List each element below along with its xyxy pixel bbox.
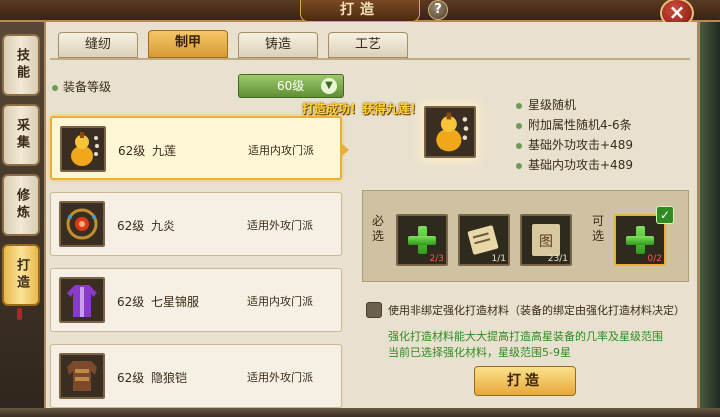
side-tab-forging[interactable]: 打造 <box>2 244 40 306</box>
window-title: 打造 <box>300 0 420 22</box>
material-slot[interactable]: 图 23/1 <box>520 214 572 266</box>
title-bar: 打造 ? × <box>0 0 720 28</box>
required-label: 必选 <box>372 214 385 243</box>
optional-label: 可选 <box>592 214 605 243</box>
item-school: 适用外攻门派 <box>247 219 313 232</box>
item-level: 62级 <box>117 295 145 309</box>
success-message: 打造成功！获得九莲！ <box>302 102 423 116</box>
bottom-frame <box>0 408 720 417</box>
item-row[interactable]: 62级 七星锦服 适用内攻门派 <box>50 268 342 332</box>
forge-screen: 打造 ? × 技能 采集 修炼 打造 缝纫 制甲 铸造 工艺 装备等级 60级 … <box>0 0 720 417</box>
item-row[interactable]: 62级 隐狼铠 适用外攻门派 <box>50 344 342 408</box>
item-name: 隐狼铠 <box>151 371 188 385</box>
tab-sewing[interactable]: 缝纫 <box>58 32 138 58</box>
side-tab-skills[interactable]: 技能 <box>2 34 40 96</box>
forge-button[interactable]: 打造 <box>474 366 576 396</box>
item-level: 62级 <box>117 371 145 385</box>
material-slot[interactable]: 1/1 <box>458 214 510 266</box>
svg-text:图: 图 <box>539 234 553 250</box>
unbound-checkbox[interactable] <box>366 302 382 318</box>
item-level: 62级 <box>118 144 146 158</box>
material-count: 0/2 <box>647 254 662 264</box>
attribute-item: 星级随机 <box>516 96 686 113</box>
purple-robe-icon <box>59 277 105 323</box>
level-dropdown[interactable]: 60级 ▼ <box>238 74 344 98</box>
tab-divider <box>50 58 690 60</box>
item-row[interactable]: 62级 九莲 适用内攻门派 <box>50 116 349 180</box>
help-button[interactable]: ? <box>428 0 448 20</box>
equip-level-label: 装备等级 <box>52 78 111 95</box>
material-slot[interactable]: 2/3 <box>396 214 448 266</box>
brown-armor-icon <box>59 353 105 399</box>
selected-arrow-icon <box>342 144 349 156</box>
hint-text: 强化打造材料能大大提高打造高星装备的几率及星级范围 <box>388 330 663 343</box>
gourd-pendant-icon <box>60 126 106 172</box>
item-school: 适用内攻门派 <box>247 295 313 308</box>
hint-text: 当前已选择强化材料，星级范围5-9星 <box>388 346 571 359</box>
item-name: 九炎 <box>151 219 176 233</box>
result-item-slot[interactable] <box>424 106 476 158</box>
item-name: 七星锦服 <box>151 295 200 309</box>
side-tab-cultivation[interactable]: 修炼 <box>2 174 40 236</box>
material-count: 23/1 <box>547 254 568 264</box>
item-level: 62级 <box>117 219 145 233</box>
tab-craft[interactable]: 工艺 <box>328 32 408 58</box>
attribute-item: 基础内功攻击+489 <box>516 156 686 173</box>
item-school: 适用外攻门派 <box>247 371 313 384</box>
gourd-pendant-icon <box>436 112 469 152</box>
chevron-down-icon: ▼ <box>321 78 337 94</box>
level-dropdown-value: 60级 <box>277 79 305 93</box>
item-name: 九莲 <box>152 144 177 158</box>
plus-icon <box>626 226 654 254</box>
side-tab-gathering[interactable]: 采集 <box>2 104 40 166</box>
attribute-item: 基础外功攻击+489 <box>516 136 686 153</box>
tassel-decoration <box>17 308 22 320</box>
tab-armor[interactable]: 制甲 <box>148 30 228 58</box>
checkmark-icon: ✓ <box>656 206 674 224</box>
material-count: 2/3 <box>429 254 444 264</box>
unbound-label: 使用非绑定强化打造材料（装备的绑定由强化打造材料决定） <box>388 304 685 317</box>
attribute-item: 附加属性随机4-6条 <box>516 116 686 133</box>
item-school: 适用内攻门派 <box>248 144 314 157</box>
plus-icon <box>408 226 436 254</box>
gem-necklace-icon <box>59 201 105 247</box>
item-row[interactable]: 62级 九炎 适用外攻门派 <box>50 192 342 256</box>
material-count: 1/1 <box>491 254 506 264</box>
tab-casting[interactable]: 铸造 <box>238 32 318 58</box>
